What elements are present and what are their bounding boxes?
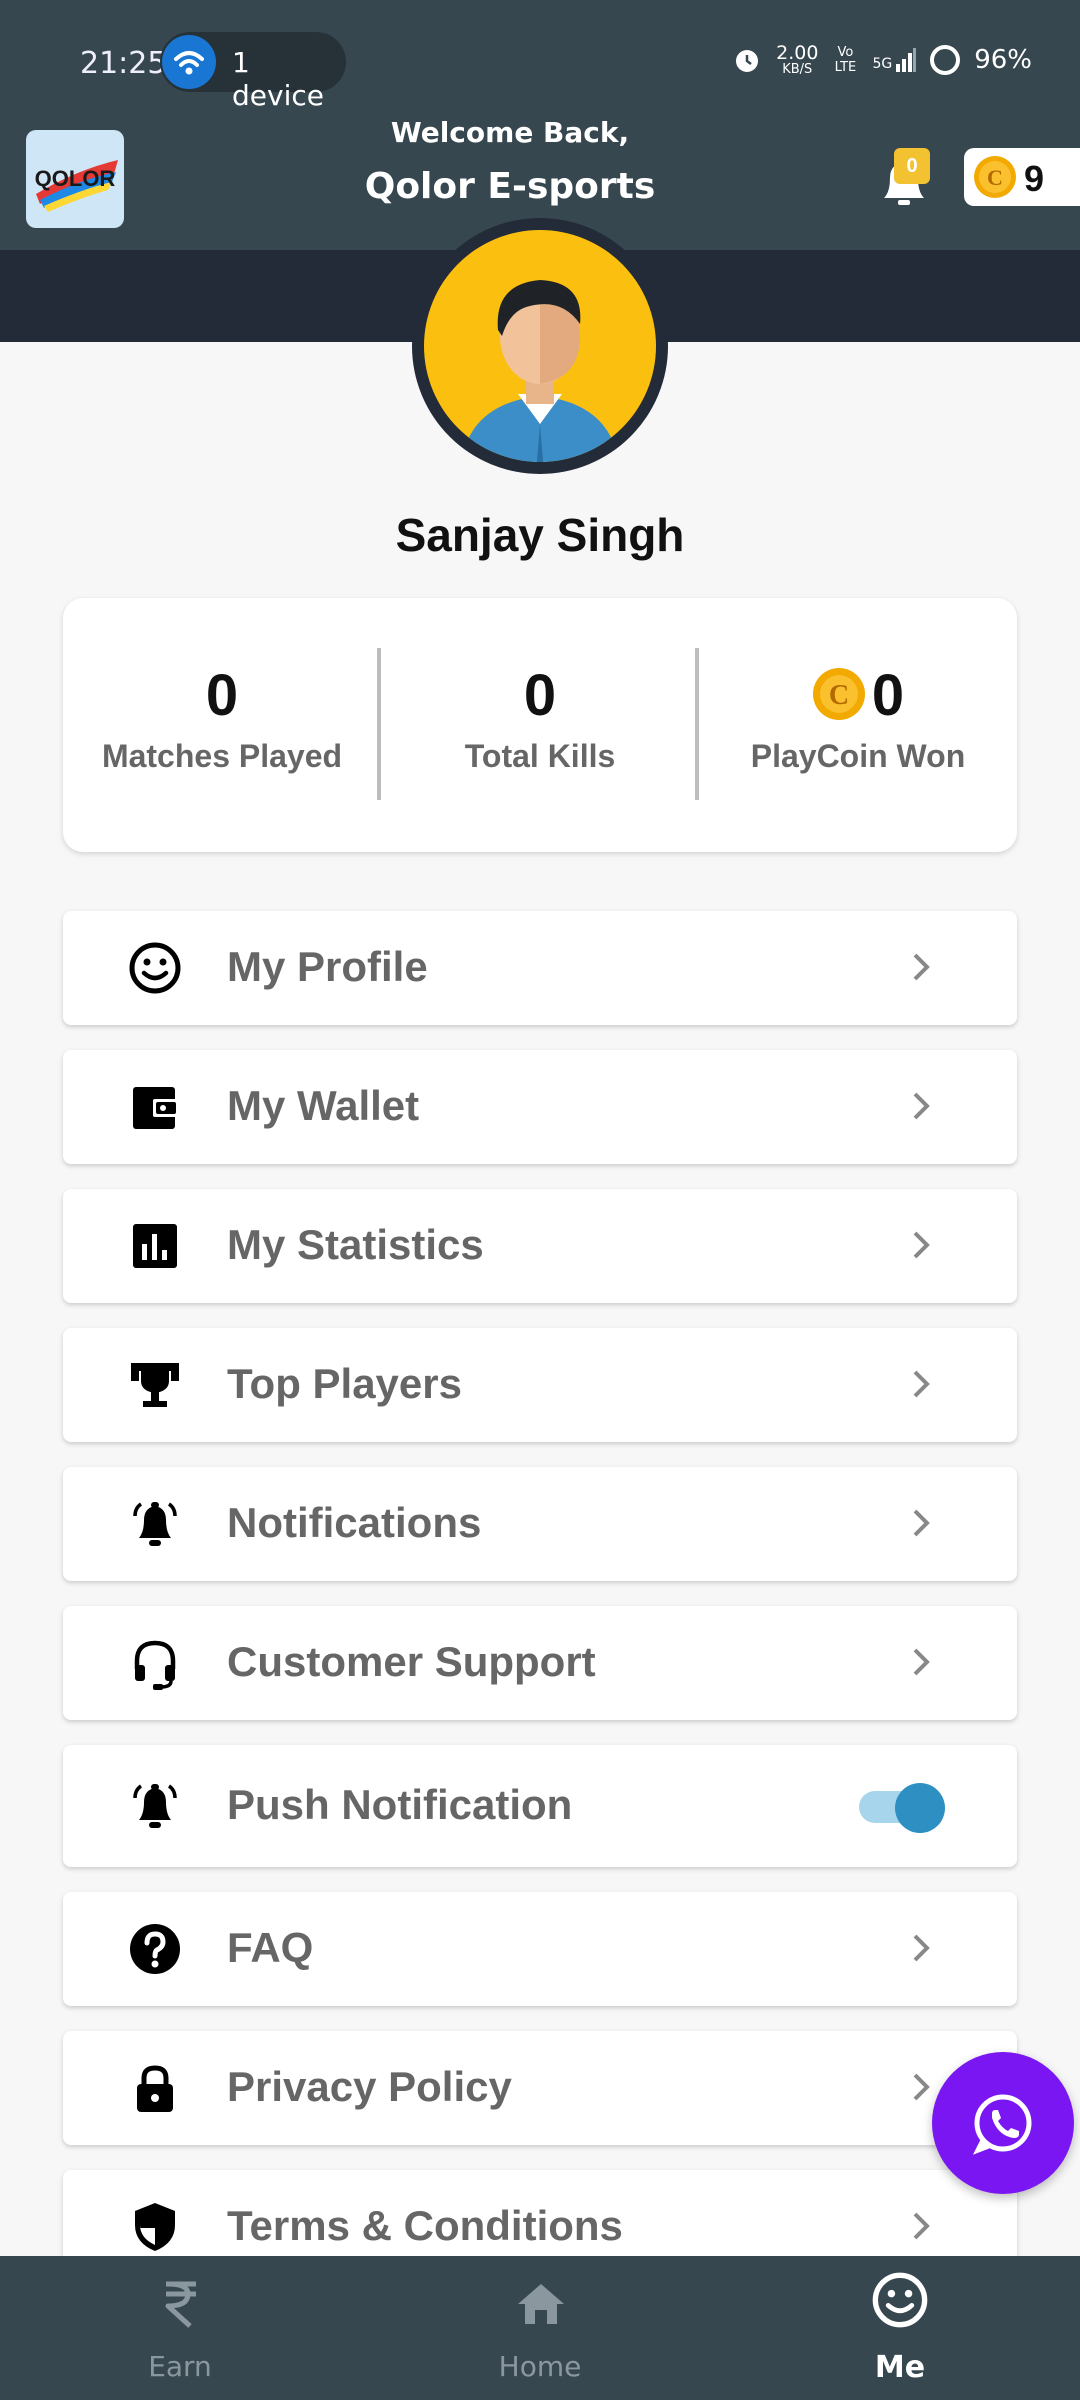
menu-item-my-wallet[interactable]: My Wallet xyxy=(63,1050,1017,1164)
stat-value: 0 xyxy=(523,663,557,728)
menu-label: Customer Support xyxy=(227,1638,596,1685)
stat-label: Total Kills xyxy=(464,738,616,774)
coin-balance-button[interactable]: C 9 xyxy=(964,148,1080,206)
menu-item-my-statistics[interactable]: My Statistics xyxy=(63,1189,1017,1303)
menu-item-top-players[interactable]: Top Players xyxy=(63,1328,1017,1442)
stat-matches-played: 0 Matches Played xyxy=(63,664,381,775)
whatsapp-button[interactable] xyxy=(932,2052,1074,2194)
bottom-navigation: Earn Home Me xyxy=(0,2256,1080,2400)
status-indicators: 2.00 KB/S Vo LTE 5G 96% xyxy=(732,44,1032,76)
wifi-icon xyxy=(162,35,216,89)
smiley-icon xyxy=(129,942,181,994)
smiley-icon xyxy=(872,2272,928,2328)
battery-level: 96% xyxy=(974,45,1032,75)
network-type: 5G xyxy=(872,56,893,72)
stats-card: 0 Matches Played 0 Total Kills C 0 PlayC… xyxy=(63,598,1017,852)
nav-label: Me xyxy=(874,2350,926,2385)
menu-label: My Profile xyxy=(227,943,428,990)
whatsapp-icon xyxy=(972,2094,1032,2155)
menu-item-faq[interactable]: FAQ xyxy=(63,1892,1017,2006)
home-icon xyxy=(518,2284,564,2324)
battery-icon xyxy=(930,45,961,75)
menu-item-my-profile[interactable]: My Profile xyxy=(63,911,1017,1025)
notification-bell-button[interactable]: 0 xyxy=(874,148,940,212)
chevron-right-icon xyxy=(913,1370,930,1398)
menu-label: Push Notification xyxy=(227,1781,573,1828)
chevron-right-icon xyxy=(913,1648,930,1676)
alarm-icon xyxy=(736,50,759,72)
svg-text:C: C xyxy=(987,165,1003,190)
menu-item-customer-support[interactable]: Customer Support xyxy=(63,1606,1017,1720)
chevron-right-icon xyxy=(913,1934,930,1962)
device-count-label: 1 device xyxy=(232,46,324,112)
nav-home[interactable]: Home xyxy=(440,2256,640,2400)
menu-label: Top Players xyxy=(227,1360,462,1407)
menu-label: Privacy Policy xyxy=(227,2063,512,2110)
stat-value-row: C 0 xyxy=(699,664,1017,728)
question-icon xyxy=(130,1924,180,1974)
user-name: Sanjay Singh xyxy=(395,509,685,561)
chevron-right-icon xyxy=(913,1231,930,1259)
trophy-icon xyxy=(131,1363,179,1407)
nav-label: Home xyxy=(498,2350,582,2383)
stat-playcoin-won: C 0 PlayCoin Won xyxy=(699,664,1017,775)
svg-text:QOLOR: QOLOR xyxy=(35,166,116,191)
chevron-right-icon xyxy=(913,1509,930,1537)
speed-unit: KB/S xyxy=(782,62,813,77)
signal-indicator: 5G xyxy=(872,48,917,72)
brand-title: Qolor E-sports xyxy=(364,166,656,207)
menu-label: My Wallet xyxy=(227,1082,420,1129)
bell-ring-icon xyxy=(133,1784,177,1828)
menu-label: Notifications xyxy=(227,1499,482,1546)
menu-item-notifications[interactable]: Notifications xyxy=(63,1467,1017,1581)
push-notification-toggle[interactable] xyxy=(859,1781,945,1833)
avatar[interactable] xyxy=(412,218,668,474)
wallet-icon xyxy=(133,1087,179,1129)
stat-label: Matches Played xyxy=(101,738,343,774)
welcome-text: Welcome Back, xyxy=(390,116,630,149)
nav-label: Earn xyxy=(148,2350,212,2383)
menu-item-push-notification: Push Notification xyxy=(63,1745,1017,1867)
app-logo[interactable]: QOLOR xyxy=(26,130,124,228)
coin-icon: C xyxy=(974,156,1016,198)
svg-text:C: C xyxy=(829,680,849,711)
volte-indicator: Vo LTE xyxy=(834,45,857,75)
signal-icon xyxy=(896,48,917,72)
chevron-right-icon xyxy=(913,953,930,981)
toggle-knob xyxy=(895,1783,945,1833)
chevron-right-icon xyxy=(913,1092,930,1120)
speed-value: 2.00 xyxy=(776,42,819,64)
chevron-right-icon xyxy=(913,2212,930,2240)
coin-icon: C xyxy=(812,667,866,721)
network-speed: 2.00 KB/S xyxy=(776,42,819,77)
lock-icon xyxy=(137,2065,173,2112)
notification-count-badge: 0 xyxy=(894,148,930,184)
menu-label: Terms & Conditions xyxy=(227,2202,623,2249)
coin-balance: 9 xyxy=(1024,158,1045,199)
bell-ring-icon xyxy=(133,1502,177,1546)
status-time: 21:25 xyxy=(80,46,167,81)
stat-label: PlayCoin Won xyxy=(750,738,966,774)
stat-value: 0 xyxy=(871,663,905,728)
bar-chart-icon xyxy=(133,1224,177,1268)
menu-label: FAQ xyxy=(227,1924,314,1971)
connected-device-pill[interactable]: 1 device xyxy=(160,32,346,112)
nav-me[interactable]: Me xyxy=(800,2256,1000,2400)
shield-icon xyxy=(135,2203,175,2251)
status-bar: 21:25 1 device 2.00 KB/S Vo LTE 5G 96% xyxy=(0,0,1080,120)
stat-total-kills: 0 Total Kills xyxy=(381,664,699,775)
stat-value: 0 xyxy=(205,663,239,728)
headset-icon xyxy=(134,1640,176,1690)
menu-label: My Statistics xyxy=(227,1221,484,1268)
app-header: 21:25 1 device 2.00 KB/S Vo LTE 5G 96% Q… xyxy=(0,0,1080,250)
menu-item-privacy-policy[interactable]: Privacy Policy xyxy=(63,2031,1017,2145)
rupee-icon xyxy=(165,2281,196,2328)
nav-earn[interactable]: Earn xyxy=(80,2256,280,2400)
